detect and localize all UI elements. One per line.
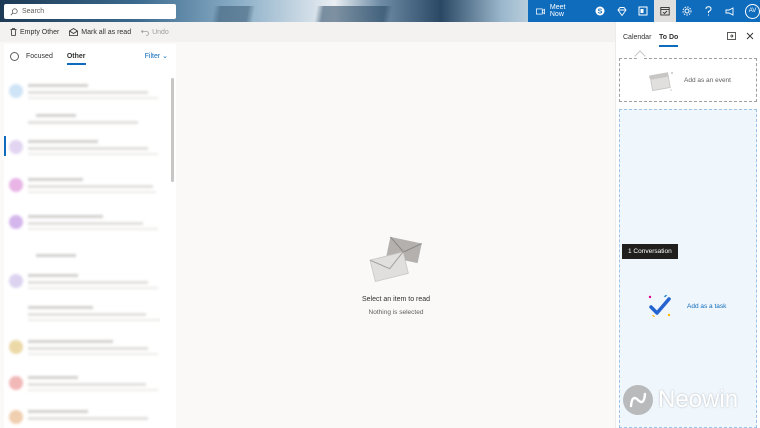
- tab-other[interactable]: Other: [66, 44, 86, 68]
- calendar-check-icon: [660, 7, 670, 16]
- neowin-watermark-text: Neowin: [658, 386, 739, 413]
- envelopes-illustration: [368, 234, 424, 284]
- question-icon: [705, 6, 712, 16]
- tab-focused-label: Focused: [26, 52, 53, 60]
- list-item[interactable]: [6, 134, 166, 160]
- my-day-button[interactable]: [654, 0, 676, 22]
- search-box[interactable]: Search: [4, 4, 176, 19]
- empty-other-label: Empty Other: [20, 28, 60, 36]
- filter-button[interactable]: Filter ⌄: [145, 52, 168, 60]
- message-list: Focused Other Filter ⌄: [4, 44, 176, 428]
- empty-state-subtitle: Nothing is selected: [368, 309, 424, 316]
- drag-tooltip: 1 Conversation: [622, 244, 678, 259]
- search-placeholder: Search: [22, 8, 45, 15]
- avatar: AV: [744, 3, 760, 19]
- envelope-icon: [369, 236, 422, 282]
- calendar-drop-icon: [649, 72, 673, 92]
- add-as-event-label: Add as an event: [684, 77, 731, 84]
- tab-calendar[interactable]: Calendar: [623, 34, 651, 41]
- settings-button[interactable]: [676, 0, 698, 22]
- meet-now-label: Meet Now: [549, 4, 566, 18]
- office-apps-button[interactable]: [632, 0, 654, 22]
- list-scrollbar[interactable]: [171, 78, 174, 182]
- list-item[interactable]: [6, 172, 166, 198]
- list-item[interactable]: [6, 108, 166, 134]
- skype-button[interactable]: S: [589, 0, 611, 22]
- whats-new-button[interactable]: [719, 0, 741, 22]
- mark-all-read-label: Mark all as read: [81, 28, 132, 36]
- undo-icon: [141, 29, 149, 36]
- premium-button[interactable]: [611, 0, 633, 22]
- filter-label: Filter: [144, 53, 161, 60]
- header-actions: Meet Now S AV: [528, 0, 760, 22]
- todo-check-icon: [648, 294, 671, 318]
- list-item[interactable]: [6, 209, 166, 235]
- list-item[interactable]: [6, 268, 166, 294]
- account-button[interactable]: AV: [741, 0, 760, 22]
- reading-pane: Select an item to read Nothing is select…: [178, 44, 614, 428]
- help-button[interactable]: [698, 0, 720, 22]
- trash-icon: [10, 28, 17, 36]
- tab-to-do[interactable]: To Do: [659, 34, 679, 47]
- add-as-event-dropzone[interactable]: Add as an event: [619, 58, 757, 102]
- chevron-down-icon: ⌄: [162, 53, 168, 60]
- command-bar: Empty Other Mark all as read Undo: [0, 22, 615, 42]
- svg-text:S: S: [597, 9, 602, 16]
- select-all-checkbox[interactable]: [10, 51, 19, 61]
- close-icon[interactable]: [746, 32, 754, 40]
- list-item[interactable]: [6, 334, 166, 360]
- undo-label: Undo: [152, 28, 169, 36]
- undo-button[interactable]: Undo: [141, 29, 169, 36]
- open-envelope-icon: [69, 28, 79, 36]
- diamond-icon: [616, 6, 627, 16]
- neowin-logo-icon: [623, 385, 653, 415]
- neowin-watermark: Neowin: [622, 380, 756, 420]
- mark-all-read-button[interactable]: Mark all as read: [69, 28, 131, 36]
- meet-now-button[interactable]: Meet Now: [528, 0, 589, 22]
- tab-focused[interactable]: Focused: [26, 44, 53, 68]
- inbox-tabs: Focused Other Filter ⌄: [4, 44, 176, 68]
- empty-state-title: Select an item to read: [361, 296, 431, 303]
- gear-icon: [682, 6, 692, 16]
- pop-out-icon[interactable]: [727, 32, 736, 40]
- office-icon: [638, 6, 648, 16]
- search-icon: [10, 7, 18, 15]
- my-day-pane: Calendar To Do Add as an event 1 Convers…: [615, 22, 760, 428]
- video-camera-icon: [536, 8, 545, 14]
- megaphone-icon: [725, 6, 734, 16]
- list-item[interactable]: [6, 78, 166, 104]
- app-header: Search Meet Now S AV: [0, 0, 760, 22]
- list-item[interactable]: [6, 300, 166, 326]
- list-item[interactable]: [6, 370, 166, 396]
- list-item[interactable]: [6, 404, 166, 428]
- empty-other-button[interactable]: Empty Other: [10, 28, 59, 36]
- header-background-image: [180, 6, 520, 22]
- tab-other-label: Other: [66, 52, 86, 60]
- add-as-task-label: Add as a task: [687, 303, 727, 310]
- skype-icon: S: [595, 6, 605, 16]
